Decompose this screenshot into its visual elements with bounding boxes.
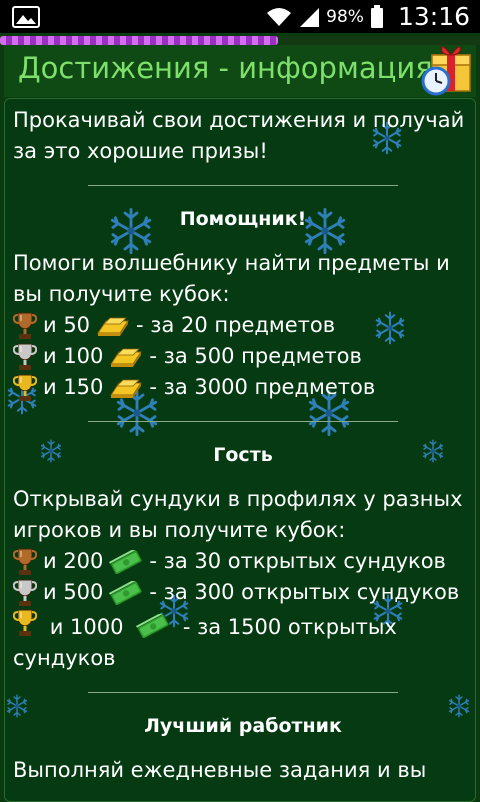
- gold-bar-icon: [96, 315, 130, 337]
- section-title: Лучший работник: [144, 715, 342, 737]
- reward-row: и 1000 - за 1500 открытых сундуков: [13, 608, 473, 674]
- divider: [88, 185, 398, 186]
- divider: [88, 692, 398, 693]
- section-title: Гость: [213, 444, 273, 466]
- page-title: Достижения - информация: [18, 51, 433, 85]
- gold-bar-icon: [109, 377, 143, 399]
- status-bar: 98% 13:16: [0, 0, 480, 33]
- reward-amount: и 1000: [49, 615, 124, 639]
- cash-bundle-icon: [136, 614, 170, 638]
- reward-condition: - за 30 открытых сундуков: [149, 549, 446, 573]
- reward-condition: - за 500 предметов: [149, 344, 362, 368]
- reward-amount: и 200: [43, 549, 104, 573]
- signal-icon: [300, 7, 320, 27]
- title-bar: Достижения - информация: [4, 45, 476, 97]
- clock: 13:16: [397, 2, 470, 31]
- battery-percent: 98%: [326, 6, 364, 27]
- gold-cup-icon: [13, 608, 37, 638]
- bronze-cup-icon: [13, 311, 37, 341]
- progress-fill: [0, 36, 279, 45]
- gallery-icon: [12, 6, 40, 28]
- section-title: Помощник!: [179, 208, 307, 230]
- reward-row: и 150 - за 3000 предметов: [13, 372, 473, 403]
- reward-condition: - за 300 открытых сундуков: [149, 580, 460, 604]
- section-description: Помоги волшебнику найти предметы и вы по…: [13, 251, 450, 306]
- achievements-panel[interactable]: Прокачивай свои достижения и получай за …: [4, 98, 476, 802]
- reward-row: и 200 - за 30 открытых сундуков: [13, 546, 473, 577]
- cash-bundle-icon: [109, 550, 143, 574]
- section-description: Выполняй ежедневные задания и вы: [13, 758, 427, 782]
- gold-cup-icon: [13, 373, 37, 403]
- divider: [88, 421, 398, 422]
- reward-amount: и 50: [43, 313, 91, 337]
- battery-icon: [370, 4, 383, 28]
- reward-row: и 100 - за 500 предметов: [13, 341, 473, 372]
- bronze-cup-icon: [13, 547, 37, 577]
- gift-clock-icon[interactable]: [420, 41, 474, 97]
- progress-bar: [0, 36, 480, 45]
- reward-amount: и 150: [43, 375, 104, 399]
- cash-bundle-icon: [109, 581, 143, 605]
- section-description: Открывай сундуки в профилях у разных игр…: [13, 487, 463, 542]
- wifi-icon: [267, 7, 292, 26]
- gold-bar-icon: [109, 346, 143, 368]
- intro-text: Прокачивай свои достижения и получай за …: [13, 108, 465, 163]
- reward-condition: - за 20 предметов: [136, 313, 336, 337]
- reward-row: и 50 - за 20 предметов: [13, 310, 473, 341]
- reward-row: и 500 - за 300 открытых сундуков: [13, 577, 473, 608]
- reward-condition: - за 3000 предметов: [149, 375, 376, 399]
- reward-amount: и 500: [43, 580, 104, 604]
- silver-cup-icon: [13, 342, 37, 372]
- reward-amount: и 100: [43, 344, 104, 368]
- silver-cup-icon: [13, 578, 37, 608]
